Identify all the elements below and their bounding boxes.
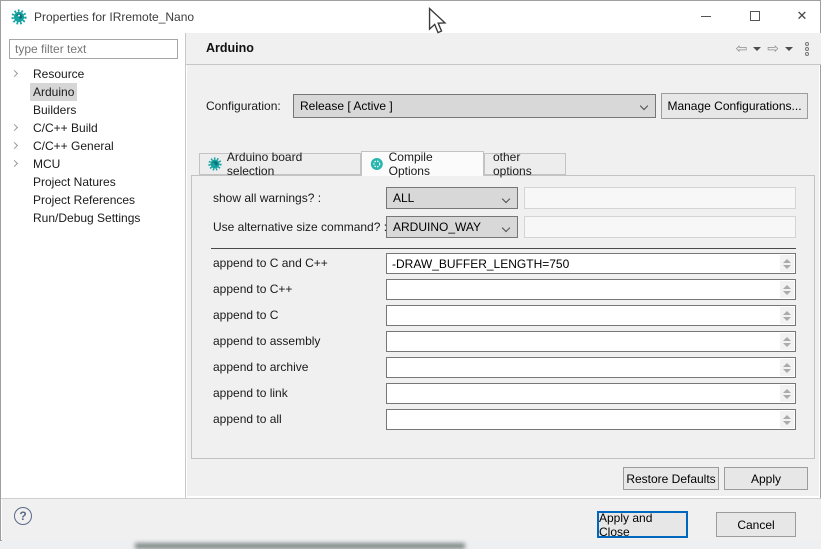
forward-arrow-icon[interactable]: ⇨ (767, 42, 779, 56)
window-title: Properties for IRremote_Nano (34, 1, 194, 33)
configuration-value: Release [ Active ] (300, 99, 393, 113)
title-bar: Properties for IRremote_Nano ✕ (1, 1, 820, 33)
append-archive-input[interactable] (386, 357, 796, 378)
append-link-fieldwrap (386, 383, 796, 404)
append-c-label: append to C (213, 304, 278, 326)
scroll-arrows-icon[interactable] (780, 333, 794, 350)
screen: Properties for IRremote_Nano ✕ Resource … (0, 0, 821, 549)
back-dropdown-icon[interactable] (753, 47, 761, 51)
chevron-right-icon[interactable] (11, 142, 18, 149)
close-icon[interactable]: ✕ (785, 1, 819, 31)
configuration-label: Configuration: (206, 94, 281, 118)
scroll-arrows-icon[interactable] (780, 411, 794, 428)
pane-header: Arduino ⇦ ⇨ (186, 33, 821, 65)
scroll-arrows-icon[interactable] (780, 307, 794, 324)
apply-button[interactable]: Apply (724, 467, 808, 490)
chevron-right-icon[interactable] (11, 160, 18, 167)
append-all-label: append to all (213, 408, 282, 430)
append-c-cpp-input[interactable] (386, 253, 796, 274)
scroll-arrows-icon[interactable] (780, 359, 794, 376)
sidebar-item-project-references[interactable]: Project References (2, 191, 185, 209)
background-window-fragment (135, 543, 465, 549)
properties-tree: Resource Arduino Builders C/C++ Build C/… (2, 65, 185, 227)
tab-compile-options[interactable]: Compile Options (361, 151, 484, 176)
append-all-fieldwrap (386, 409, 796, 430)
page-title: Arduino (206, 33, 254, 64)
warnings-extra-field-disabled (524, 187, 796, 209)
apply-and-close-button[interactable]: Apply and Close (597, 511, 688, 538)
append-cpp-fieldwrap (386, 279, 796, 300)
sloeber-gear-icon (11, 9, 27, 28)
sidebar-item-project-natures[interactable]: Project Natures (2, 173, 185, 191)
chevron-down-icon (640, 102, 648, 110)
append-link-input[interactable] (386, 383, 796, 404)
scroll-arrows-icon[interactable] (780, 281, 794, 298)
maximize-icon[interactable] (738, 1, 772, 31)
gear-icon (208, 157, 222, 171)
alt-size-command-select[interactable]: ARDUINO_WAY (386, 216, 518, 238)
sidebar-item-builders[interactable]: Builders (2, 101, 185, 119)
minimize-icon[interactable] (689, 1, 723, 31)
size-command-extra-field-disabled (524, 216, 796, 238)
append-c-cpp-fieldwrap (386, 253, 796, 274)
alt-size-command-label: Use alternative size command? : (213, 216, 387, 238)
mouse-cursor (428, 7, 447, 38)
append-c-fieldwrap (386, 305, 796, 326)
chevron-down-icon (502, 224, 510, 232)
append-cpp-input[interactable] (386, 279, 796, 300)
sidebar-item-cpp-general[interactable]: C/C++ General (2, 137, 185, 155)
chevron-right-icon[interactable] (11, 70, 18, 77)
append-assembly-input[interactable] (386, 331, 796, 352)
gear-icon (370, 157, 384, 171)
history-nav: ⇦ ⇨ (736, 33, 809, 64)
sidebar-item-arduino[interactable]: Arduino (2, 83, 185, 101)
section-divider (211, 248, 796, 249)
sidebar-item-run-debug[interactable]: Run/Debug Settings (2, 209, 185, 227)
restore-defaults-button[interactable]: Restore Defaults (623, 467, 719, 490)
dialog-footer: ? Apply and Close Cancel (2, 499, 821, 541)
chevron-right-icon[interactable] (11, 124, 18, 131)
sidebar: Resource Arduino Builders C/C++ Build C/… (2, 33, 186, 498)
append-cpp-label: append to C++ (213, 278, 292, 300)
properties-dialog: Properties for IRremote_Nano ✕ Resource … (0, 0, 821, 541)
view-menu-icon[interactable] (805, 42, 809, 56)
append-assembly-label: append to assembly (213, 330, 320, 352)
back-arrow-icon[interactable]: ⇦ (736, 42, 748, 56)
sidebar-item-mcu[interactable]: MCU (2, 155, 185, 173)
append-link-label: append to link (213, 382, 288, 404)
append-assembly-fieldwrap (386, 331, 796, 352)
show-all-warnings-label: show all warnings? : (213, 187, 321, 209)
chevron-down-icon (502, 195, 510, 203)
tab-other-options[interactable]: other options (484, 153, 566, 175)
manage-configurations-button[interactable]: Manage Configurations... (661, 93, 808, 119)
help-icon[interactable]: ? (14, 507, 32, 525)
tab-arduino-board-selection[interactable]: Arduino board selection (199, 153, 361, 175)
append-all-input[interactable] (386, 409, 796, 430)
forward-dropdown-icon[interactable] (785, 47, 793, 51)
show-all-warnings-select[interactable]: ALL (386, 187, 518, 209)
scroll-arrows-icon[interactable] (780, 385, 794, 402)
append-archive-fieldwrap (386, 357, 796, 378)
append-c-input[interactable] (386, 305, 796, 326)
scroll-arrows-icon[interactable] (780, 255, 794, 272)
cancel-button[interactable]: Cancel (716, 512, 796, 537)
append-c-cpp-label: append to C and C++ (213, 252, 328, 274)
sidebar-item-resource[interactable]: Resource (2, 65, 185, 83)
filter-input[interactable] (9, 39, 178, 59)
configuration-select[interactable]: Release [ Active ] (293, 94, 656, 118)
append-archive-label: append to archive (213, 356, 308, 378)
sidebar-item-cpp-build[interactable]: C/C++ Build (2, 119, 185, 137)
